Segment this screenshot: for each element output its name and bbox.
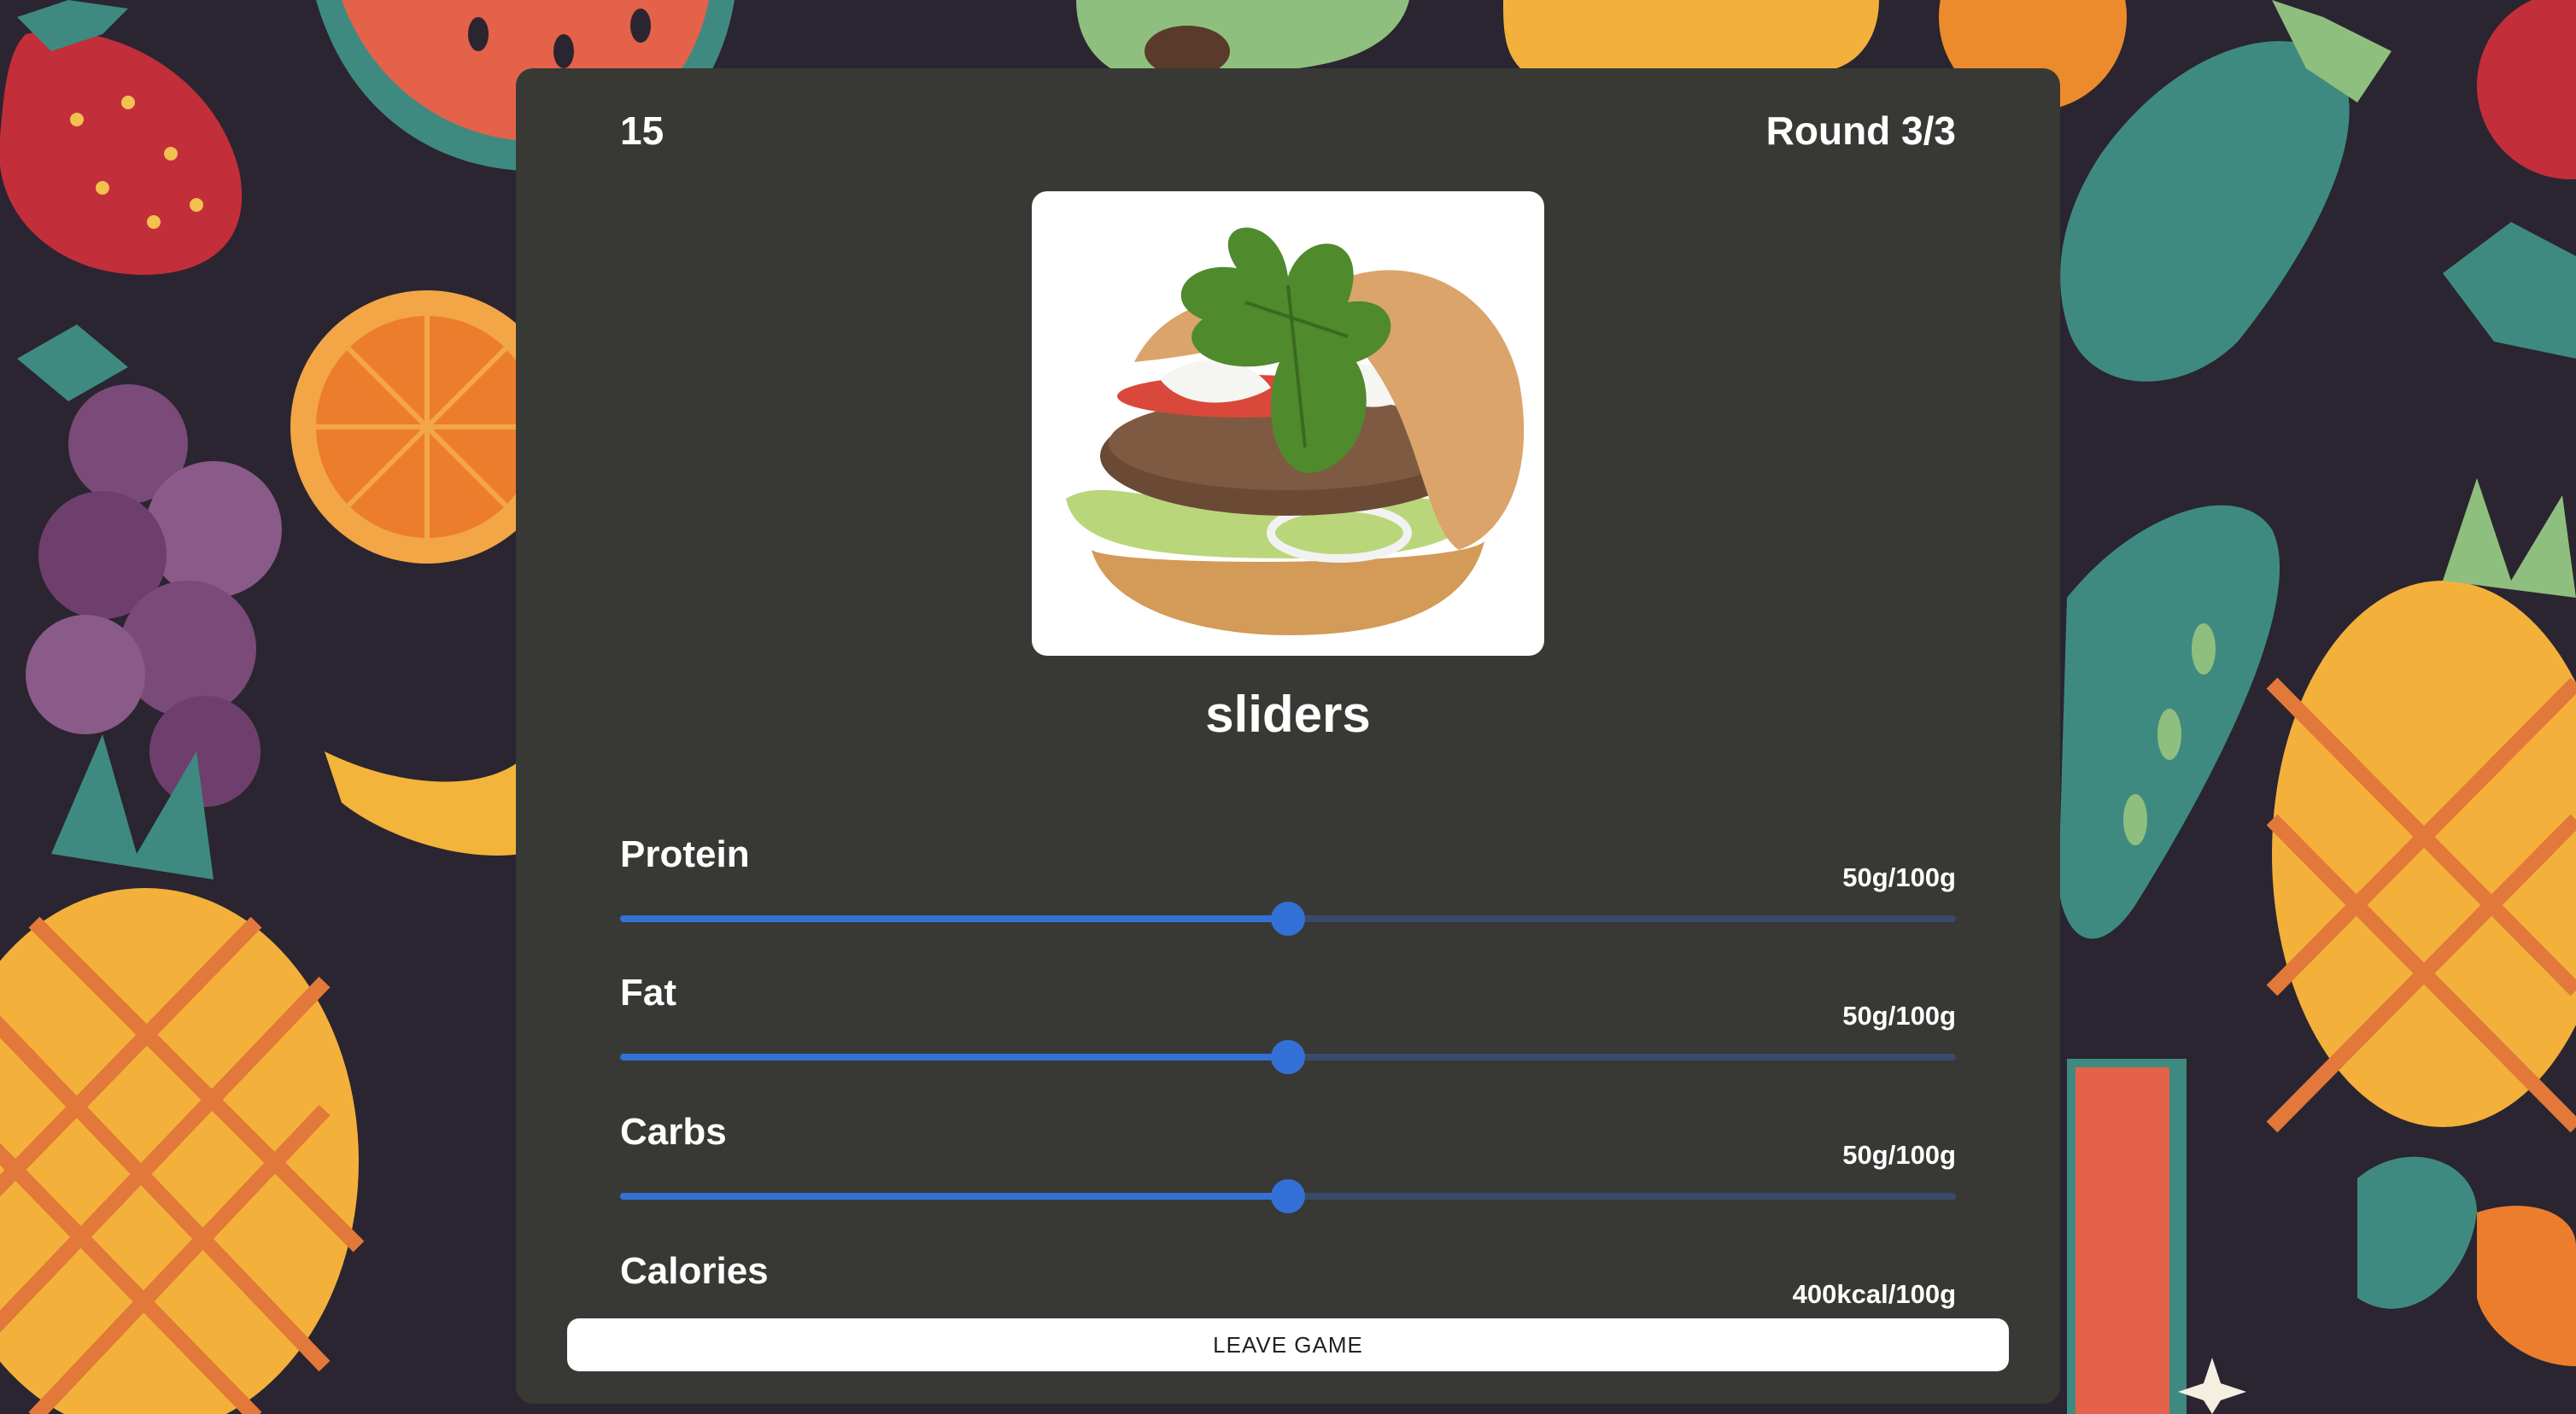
carbs-slider[interactable]	[620, 1179, 1956, 1213]
carbs-value: 50g/100g	[1842, 1140, 1956, 1170]
protein-value: 50g/100g	[1842, 862, 1956, 892]
carbs-label: Carbs	[620, 1111, 727, 1153]
calories-value: 400kcal/100g	[1792, 1279, 1956, 1309]
burger-icon	[1066, 227, 1525, 635]
carbs-slider-thumb[interactable]	[1271, 1179, 1305, 1213]
game-card: 15 Round 3/3 sliders Protein 50g/100g Fa…	[516, 68, 2060, 1404]
food-image	[1032, 191, 1544, 656]
food-name: sliders	[1205, 686, 1371, 743]
fat-value: 50g/100g	[1842, 1001, 1956, 1031]
protein-slider-group: Protein 50g/100g	[620, 833, 1956, 961]
protein-label: Protein	[620, 833, 750, 875]
fat-label: Fat	[620, 972, 676, 1014]
pineapple-icon	[1503, 0, 1879, 68]
protein-slider[interactable]	[620, 902, 1956, 936]
leave-game-button[interactable]: LEAVE GAME	[567, 1318, 2009, 1371]
fat-slider-thumb[interactable]	[1271, 1040, 1305, 1074]
carbs-slider-group: Carbs 50g/100g	[620, 1111, 1956, 1239]
protein-slider-fill	[620, 915, 1288, 922]
calories-label: Calories	[620, 1250, 769, 1292]
protein-slider-thumb[interactable]	[1271, 902, 1305, 936]
fat-slider-fill	[620, 1054, 1288, 1060]
carbs-slider-fill	[620, 1193, 1288, 1200]
round-indicator: Round 3/3	[1765, 108, 1956, 153]
fat-slider-group: Fat 50g/100g	[620, 972, 1956, 1100]
timer: 15	[620, 108, 664, 153]
fat-slider[interactable]	[620, 1040, 1956, 1074]
